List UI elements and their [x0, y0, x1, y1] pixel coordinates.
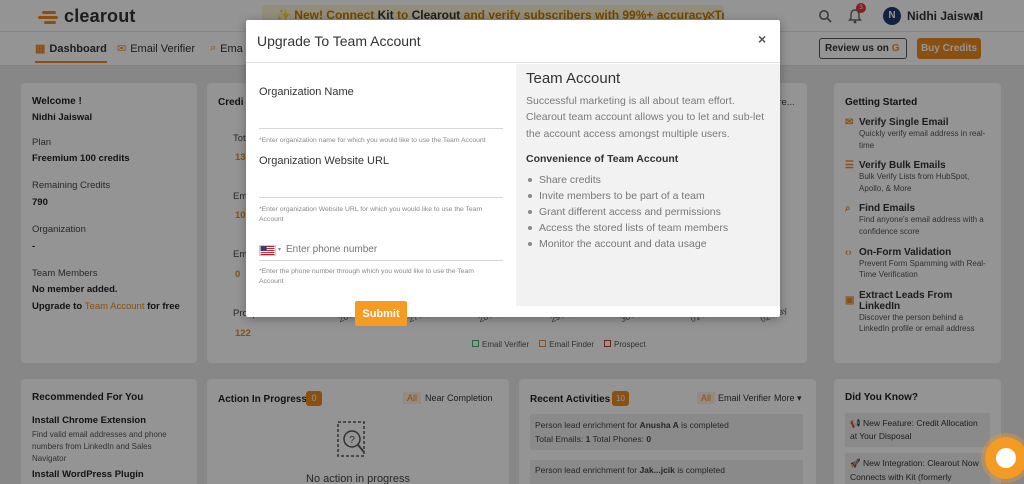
chat-widget-button[interactable] — [985, 437, 1024, 479]
benefit-item: Monitor the account and data usage — [526, 236, 770, 252]
organization-url-underline — [259, 197, 503, 198]
organization-name-hint: *Enter organization name for which you w… — [259, 137, 486, 144]
benefit-item: Invite members to be part of a team — [526, 188, 770, 204]
organization-url-label: Organization Website URL — [259, 155, 390, 167]
team-account-info-panel: Team Account Successful marketing is all… — [516, 64, 780, 306]
phone-hint: *Enter the phone number through which yo… — [259, 268, 474, 285]
us-flag-icon[interactable] — [259, 245, 276, 256]
phone-underline — [259, 260, 503, 261]
close-icon[interactable]: × — [758, 31, 766, 47]
upgrade-team-account-modal: Upgrade To Team Account × Organization N… — [246, 20, 780, 326]
info-subtitle: Convenience of Team Account — [526, 152, 679, 165]
organization-url-input[interactable] — [259, 169, 503, 197]
benefit-item: Access the stored lists of team members — [526, 220, 770, 236]
info-description: Successful marketing is all about team e… — [526, 95, 765, 140]
chevron-down-icon[interactable]: ▾ — [278, 246, 281, 253]
info-title: Team Account — [526, 70, 621, 87]
organization-name-underline — [259, 128, 503, 129]
organization-url-hint: *Enter organization Website URL for whic… — [259, 206, 483, 223]
chat-bot-icon — [996, 448, 1016, 468]
modal-divider — [246, 62, 780, 63]
organization-name-input[interactable] — [259, 100, 503, 128]
modal-title: Upgrade To Team Account — [257, 33, 421, 49]
organization-name-label: Organization Name — [259, 86, 354, 98]
submit-button[interactable]: Submit — [355, 301, 407, 326]
phone-number-input[interactable] — [286, 244, 486, 255]
benefit-item: Grant different access and permissions — [526, 204, 770, 220]
benefits-list: Share credits Invite members to be part o… — [526, 172, 770, 252]
benefit-item: Share credits — [526, 172, 770, 188]
